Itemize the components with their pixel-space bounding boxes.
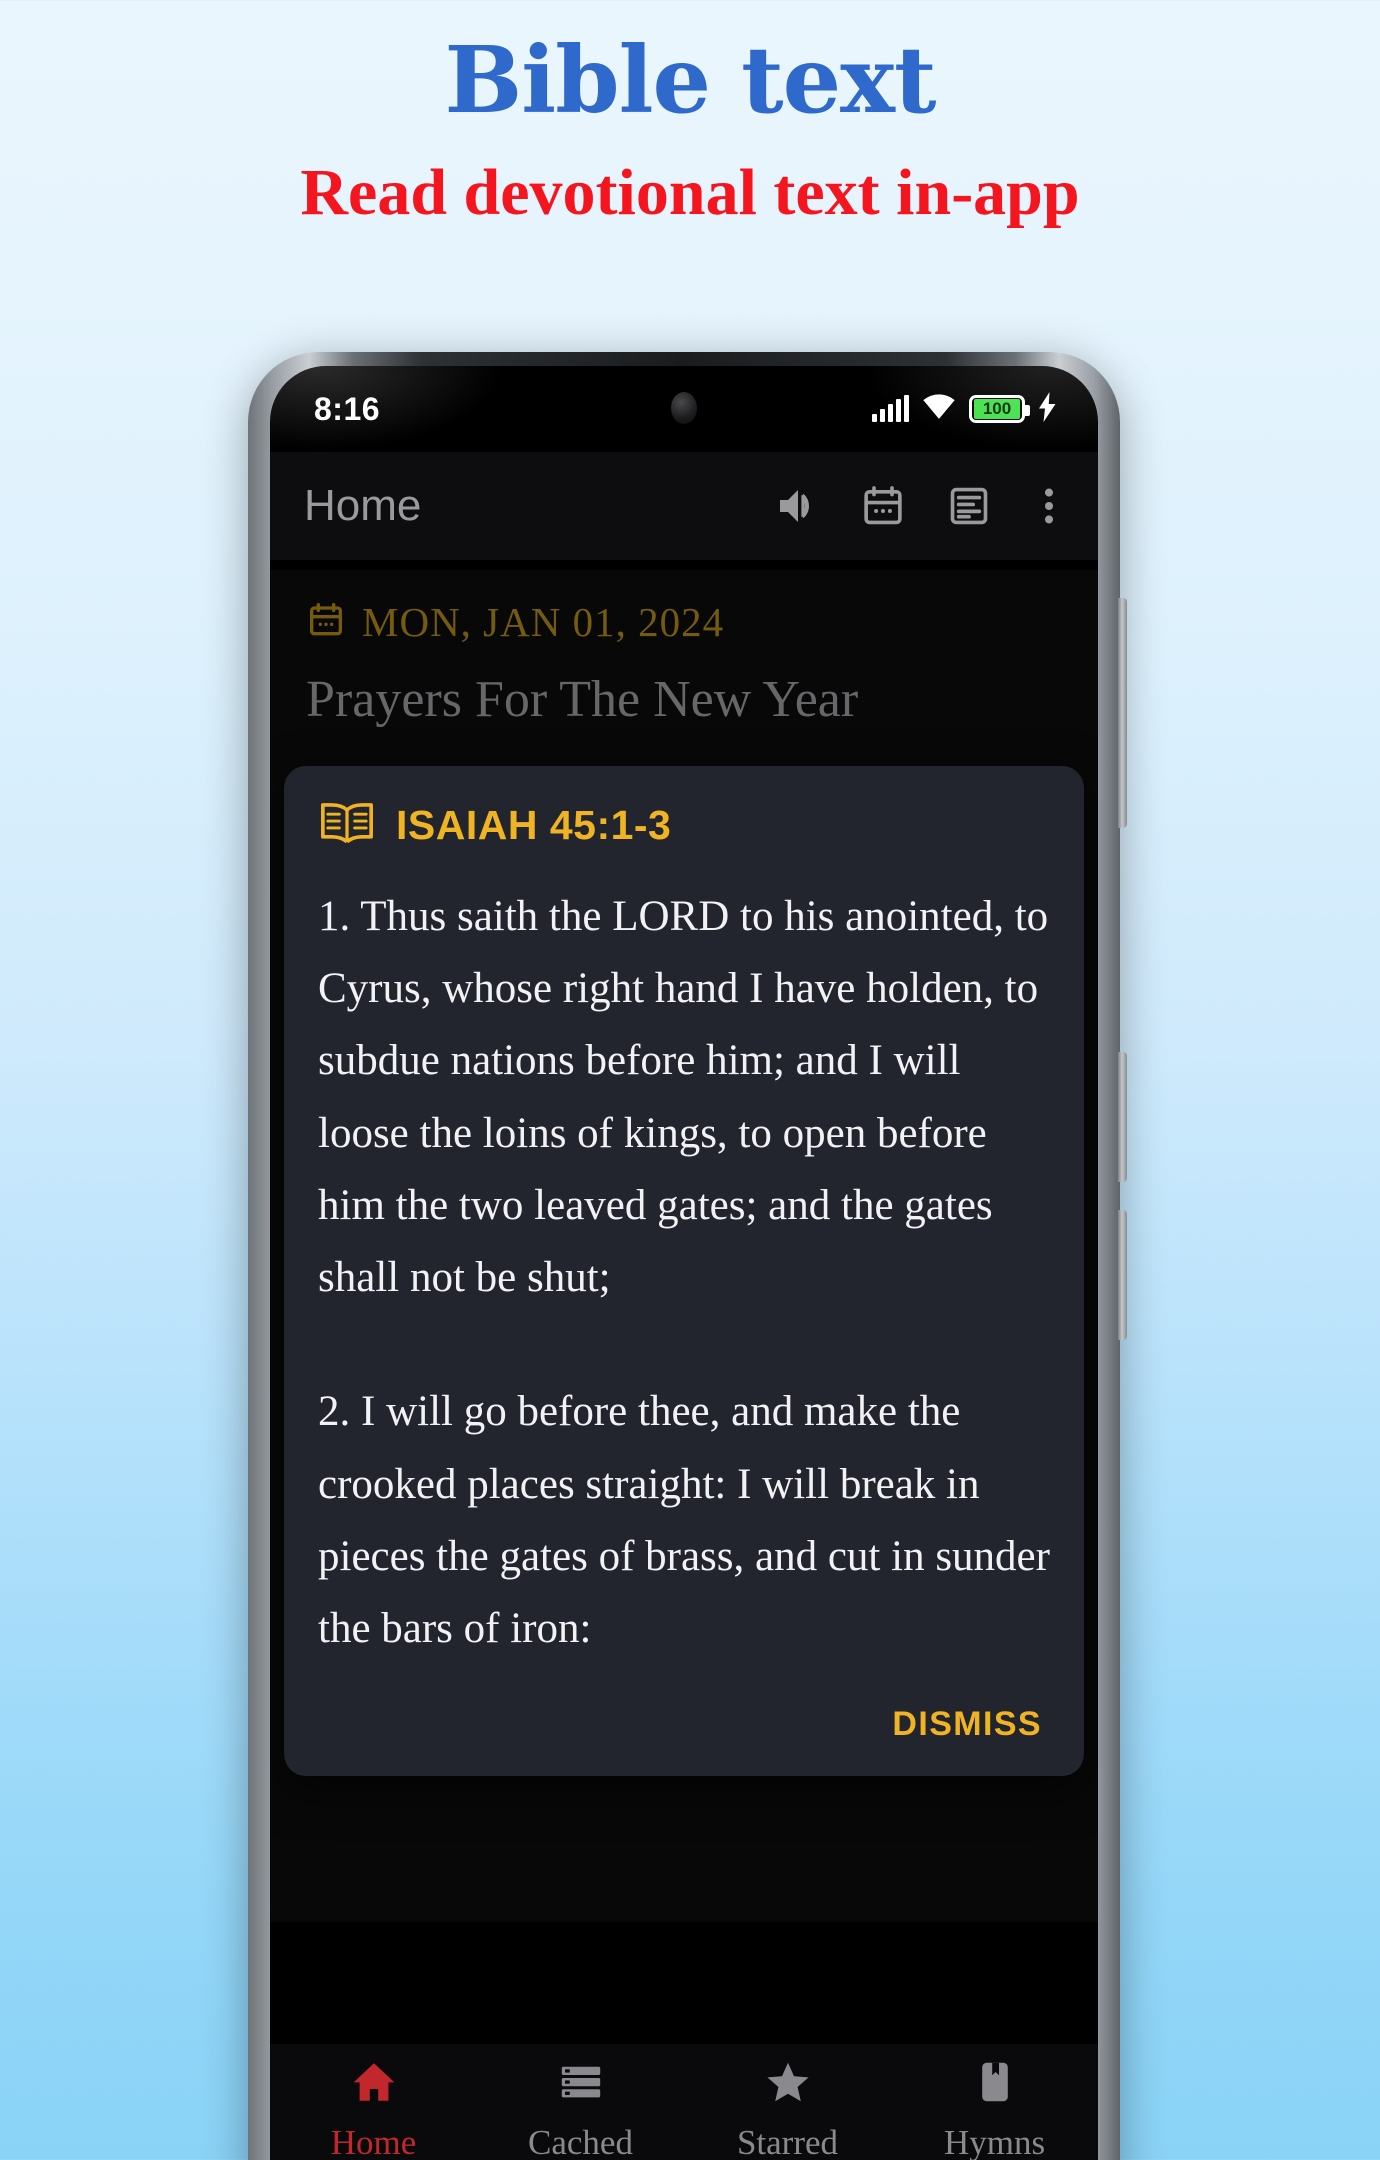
status-bar: 8:16 100 xyxy=(270,366,1098,452)
status-bar-indicators: 100 xyxy=(872,391,1058,427)
phone-screen: 8:16 100 Home MON, JAN 01, 2024 Prayers … xyxy=(270,366,1098,2160)
list-icon xyxy=(557,2058,605,2111)
nav-item-hymns[interactable]: Hymns xyxy=(891,2058,1098,2160)
volume-icon[interactable] xyxy=(772,482,820,530)
page-title: Home xyxy=(304,481,422,530)
dialog-header: ISAIAH 45:1-3 xyxy=(318,800,1050,851)
nav-item-cached[interactable]: Cached xyxy=(477,2058,684,2160)
calendar-icon[interactable] xyxy=(860,483,906,529)
verse-text: 1. Thus saith the LORD to his anointed, … xyxy=(318,893,1049,1302)
dialog-actions: DISMISS xyxy=(318,1695,1050,1754)
battery-level-label: 100 xyxy=(974,399,1020,419)
bible-reference: ISAIAH 45:1-3 xyxy=(396,802,672,848)
verse-text: 2. I will go before thee, and make the c… xyxy=(318,1388,1050,1653)
home-icon xyxy=(350,2058,398,2111)
wifi-icon xyxy=(922,393,956,426)
nav-item-home[interactable]: Home xyxy=(270,2058,477,2160)
nav-label-cached: Cached xyxy=(528,2123,633,2160)
status-bar-clock: 8:16 xyxy=(314,390,381,427)
nav-label-hymns: Hymns xyxy=(943,2123,1046,2160)
charging-bolt-icon xyxy=(1038,391,1058,427)
overflow-menu-icon[interactable] xyxy=(1032,483,1066,529)
bookmark-icon xyxy=(971,2058,1019,2111)
bible-verse-dialog: ISAIAH 45:1-3 1. Thus saith the LORD to … xyxy=(284,766,1084,1777)
devotional-content: MON, JAN 01, 2024 Prayers For The New Ye… xyxy=(270,570,1098,1922)
nav-label-starred: Starred xyxy=(736,2123,839,2160)
phone-side-button-power[interactable] xyxy=(1118,1052,1127,1182)
dismiss-button[interactable]: DISMISS xyxy=(884,1695,1050,1754)
nav-label-home: Home xyxy=(330,2123,417,2160)
app-bar: Home xyxy=(270,452,1098,560)
bottom-navigation: Home Cached Starred Hymns xyxy=(270,2044,1098,2160)
phone-side-button-volume[interactable] xyxy=(1118,598,1127,828)
article-icon[interactable] xyxy=(946,483,992,529)
front-camera-punch-hole xyxy=(671,392,697,424)
cellular-signal-icon xyxy=(872,395,909,422)
star-icon xyxy=(764,2058,812,2111)
phone-mockup: 8:16 100 Home MON, JAN 01, 2024 Prayers … xyxy=(248,352,1127,2160)
promo-title: Bible text xyxy=(444,26,937,134)
phone-side-button-extra[interactable] xyxy=(1118,1210,1127,1340)
promo-subtitle: Read devotional text in-app xyxy=(300,156,1080,229)
battery-icon: 100 xyxy=(969,395,1030,423)
open-book-icon xyxy=(318,800,376,851)
app-bar-divider xyxy=(270,560,1098,570)
app-bar-actions xyxy=(772,482,1066,530)
nav-item-starred[interactable]: Starred xyxy=(684,2058,891,2160)
